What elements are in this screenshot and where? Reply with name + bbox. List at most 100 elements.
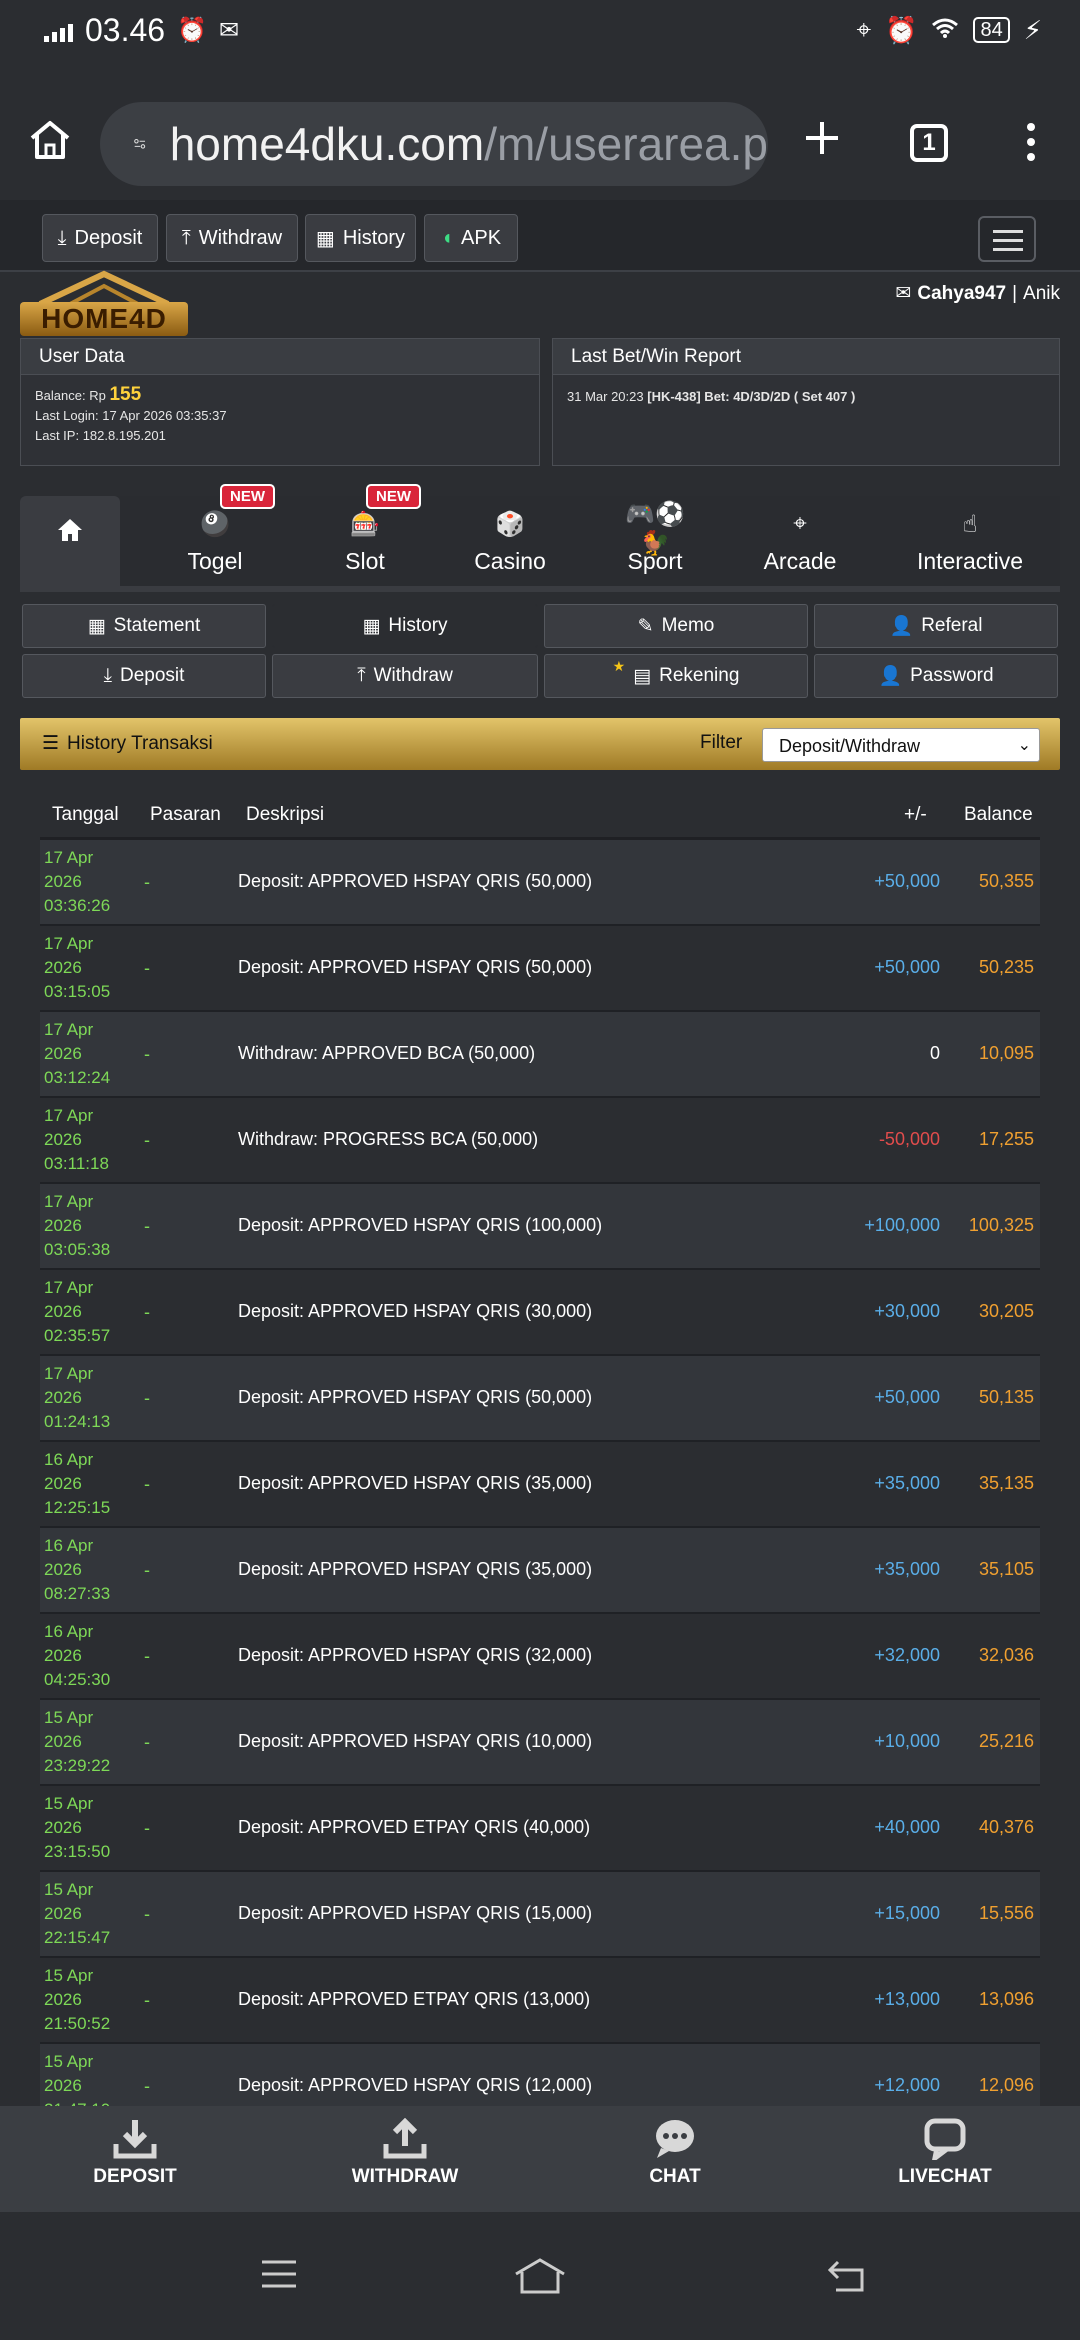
last-bet-detail[interactable]: [HK-438] Bet: 4D/3D/2D ( Set 407 ) [647,389,855,404]
bottom-deposit-button[interactable]: DEPOSIT [0,2118,270,2188]
back-icon[interactable] [826,2258,866,2292]
nav-history-button[interactable]: ▦ History [305,214,416,262]
col-market: Pasaran [150,804,221,825]
tab-togel[interactable]: NEW 🎱 Togel [140,484,290,586]
table-row: 15 Apr202621:47:10 - Deposit: APPROVED HSP… [40,2044,1040,2106]
row-date: 16 Apr 2026 12:25:15 [44,1450,111,1517]
lottery-icon: 🎱 [200,511,230,538]
row-date: 16 Apr 2026 08:27:33 [44,1536,111,1603]
row-change: +15,000 [874,1903,940,1923]
table-row: 15 Apr 2026 22:15:47 - Deposit: APPROVED HSP… [40,1872,1040,1958]
tab-sport[interactable]: 🎮⚽🐓 Sport [580,496,730,586]
row-description: Deposit: APPROVED HSPAY QRIS (15,000) [238,1903,593,1923]
subtab-withdraw[interactable]: ⤒ Withdraw [272,654,538,698]
tab-slot[interactable]: NEW 🎰 Slot [290,484,440,586]
row-balance: 17,255 [978,1129,1034,1149]
row-change: +10,000 [874,1731,940,1751]
bottom-livechat-button[interactable]: LIVECHAT [810,2118,1080,2188]
row-balance: 30,205 [978,1301,1034,1321]
row-date: 17 Apr 2026 03:36:26 [44,848,111,915]
tab-home[interactable] [20,496,120,586]
row-market: - [144,1130,150,1150]
row-description: Deposit: APPROVED HSPAY QRIS (30,000) [238,1301,593,1321]
star-icon: ★ [612,657,626,674]
subtab-deposit[interactable]: ⤓ Deposit [22,654,266,698]
subtab-rekening[interactable]: ★ ▤ Rekening [544,654,808,698]
tab-interactive[interactable]: ☝ Interactive [880,496,1060,586]
row-date: 17 Apr 2026 02:35:57 [44,1278,111,1345]
tab-switcher-button[interactable]: 1 [910,124,948,162]
table-header: Tanggal Pasaran Deskripsi +/- Balance [40,792,1040,840]
table-row: 17 Apr 2026 01:24:13 - Deposit: APPROVED HSP… [40,1356,1040,1442]
nav-withdraw-button[interactable]: ⤒ Withdraw [166,214,298,262]
url-path: /m/userarea.p [484,118,768,170]
chat-icon [656,2120,694,2158]
table-row: 17 Apr 2026 03:15:05 - Deposit: APPROVED HSP… [40,926,1040,1012]
hamburger-menu-icon[interactable] [978,216,1036,262]
site-settings-icon[interactable] [134,129,146,159]
row-date: 17 Apr 2026 03:11:18 [44,1106,109,1173]
col-desc: Deskripsi [246,804,325,825]
row-date: 15 Apr 2026 23:15:50 [44,1794,111,1861]
row-change: +50,000 [874,957,940,977]
url-bar[interactable]: home4dku.com/m/userarea.p [100,102,768,186]
system-home-icon[interactable] [514,2258,566,2294]
new-badge: NEW [366,484,421,509]
subtab-history[interactable]: ▦ History [272,604,538,648]
android-icon: ◖ [440,226,454,249]
table-row: 16 Apr 2026 04:25:30 - Deposit: APPROVED HSP… [40,1614,1040,1700]
row-market: - [144,1044,150,1064]
username: Cahya947 [917,282,1007,304]
upload-icon [383,2118,427,2159]
row-date: 17 Apr 2026 01:24:13 [44,1364,111,1431]
row-balance: 25,216 [978,1731,1034,1751]
row-balance: 15,556 [978,1903,1034,1923]
subtab-password[interactable]: 👤 Password [814,654,1058,698]
history-header: ☰ History Transaksi Filter Deposit/Withdr… [20,718,1060,770]
subtab-memo[interactable]: ✎ Memo [544,604,808,648]
filter-select[interactable]: Deposit/Withdraw ⌄ [762,728,1040,762]
subtab-referal[interactable]: 👤 Referal [814,604,1058,648]
tab-arcade[interactable]: ⌖ Arcade [730,496,870,586]
nav-deposit-button[interactable]: ⤓ Deposit [42,214,158,262]
table-row: 16 Apr 2026 08:27:33 - Deposit: APPROVED HSP… [40,1528,1040,1614]
last-bet-panel: Last Bet/Win Report 31 Mar 20:23 [HK-438… [552,338,1060,466]
row-description: Deposit: APPROVED HSPAY QRIS (50,000) [238,871,593,891]
site-logo[interactable]: HOME4D [20,270,188,338]
row-date: 15 Apr 2026 22:15:47 [44,1880,111,1947]
last-ip: Last IP: 182.8.195.201 [35,428,166,443]
new-tab-icon[interactable] [802,118,842,158]
table-row: 17 Apr 2026 03:05:38 - Deposit: APPROVED HSP… [40,1184,1040,1270]
calendar-icon: ▦ [87,615,106,637]
row-balance: 50,355 [978,871,1034,891]
row-change: +13,000 [874,1989,940,2009]
row-change: +32,000 [874,1645,940,1665]
row-description: Deposit: APPROVED HSPAY QRIS (12,000) [238,2075,593,2095]
tab-casino[interactable]: 🎲 Casino [440,496,580,586]
row-market: - [144,1990,150,2010]
table-row: 17 Apr 2026 03:36:26 - Deposit: APPROVED HSP… [40,840,1040,926]
row-change: +50,000 [874,871,940,891]
row-change: +50,000 [874,1387,940,1407]
row-description: Deposit: APPROVED HSPAY QRIS (100,000) [238,1215,603,1235]
table-row: 17 Apr 2026 02:35:57 - Deposit: APPROVED HSP… [40,1270,1040,1356]
row-description: Deposit: APPROVED HSPAY QRIS (32,000) [238,1645,593,1665]
row-balance: 50,135 [978,1387,1034,1407]
row-market: - [144,872,150,892]
row-balance: 100,325 [968,1215,1034,1235]
withdraw-icon: ⤒ [181,226,191,249]
envelope-icon[interactable]: ✉ [895,282,911,305]
row-balance: 40,376 [978,1817,1034,1837]
livechat-icon [924,2118,966,2160]
row-description: Withdraw: PROGRESS BCA (50,000) [238,1129,539,1149]
more-options-icon[interactable] [1026,122,1036,162]
nav-apk-button[interactable]: ◖ APK [424,214,518,262]
table-row: 15 Apr 2026 23:15:50 - Deposit: APPROVED ETP… [40,1786,1040,1872]
row-balance: 12,096 [978,2075,1034,2095]
row-date: 15 Apr 2026 23:29:22 [44,1708,111,1775]
recent-apps-icon[interactable] [260,2258,298,2290]
home-icon[interactable] [28,118,72,162]
bottom-withdraw-button[interactable]: WITHDRAW [270,2118,540,2188]
subtab-statement[interactable]: ▦ Statement [22,604,266,648]
bottom-chat-button[interactable]: CHAT [540,2118,810,2188]
